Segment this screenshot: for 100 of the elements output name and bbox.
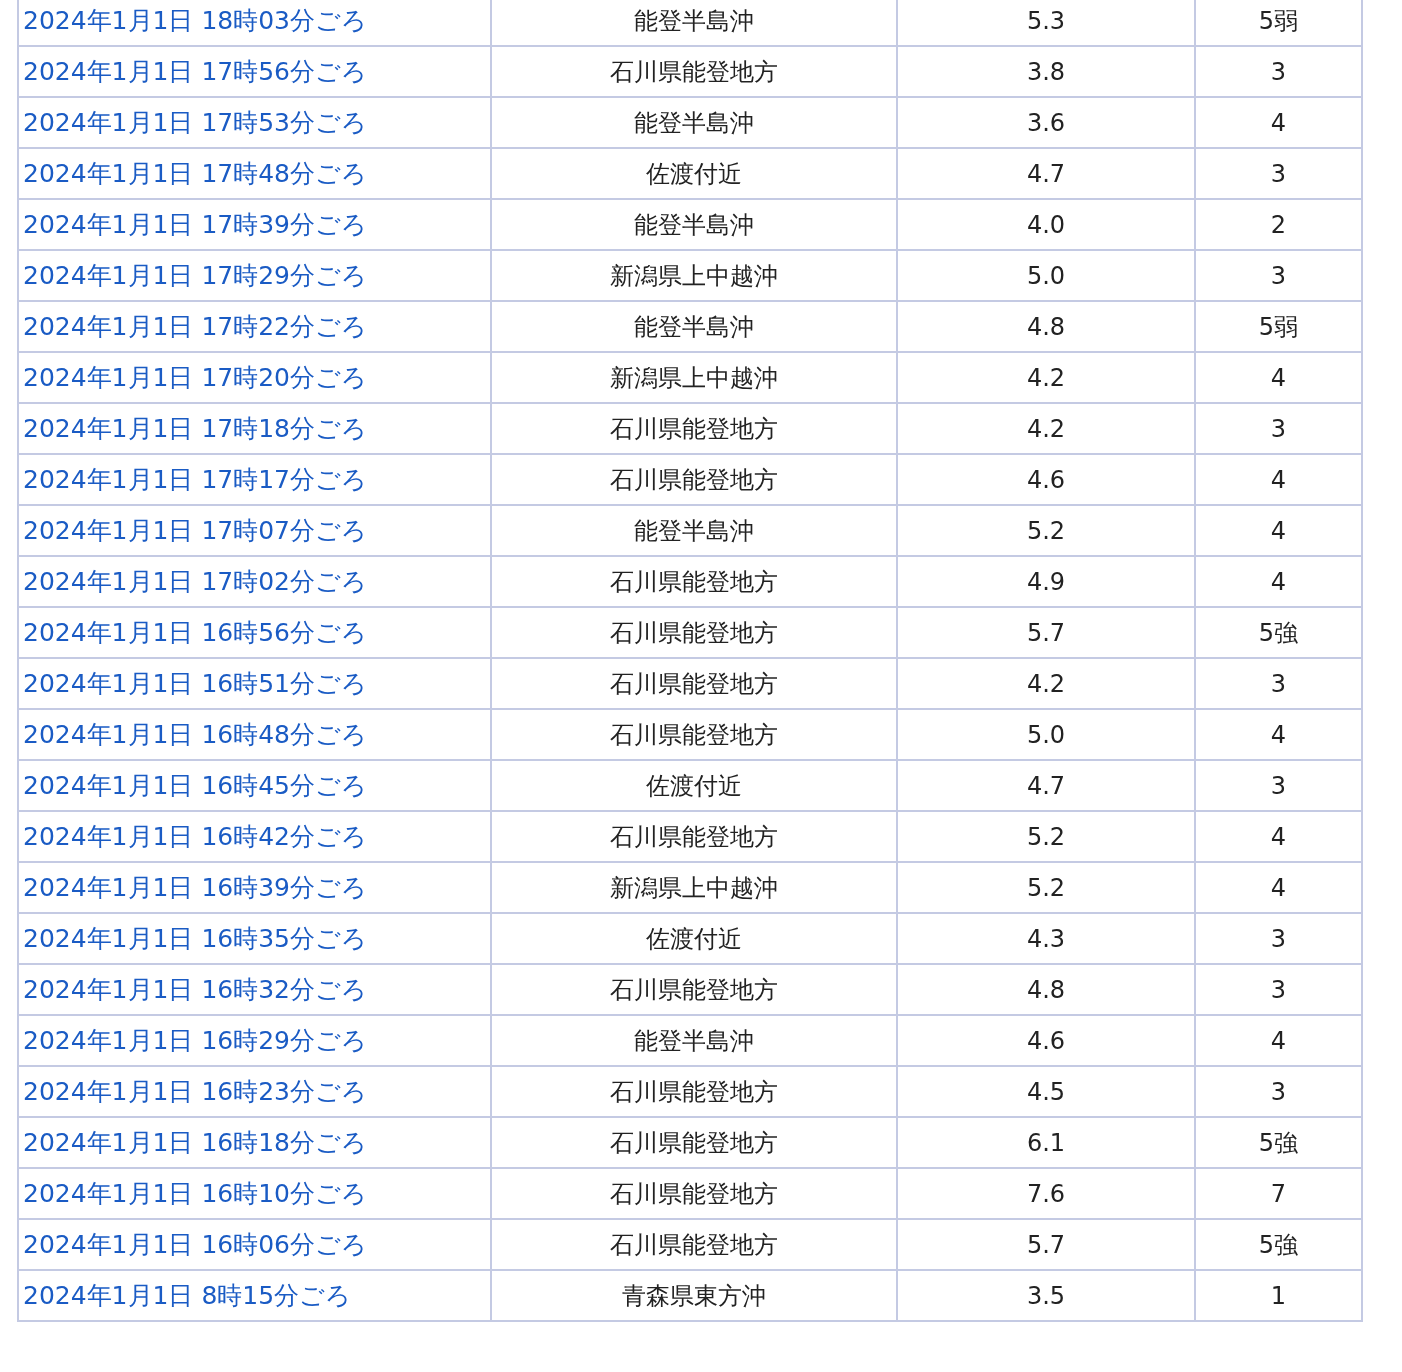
quake-time-link[interactable]: 2024年1月1日 16時18分ごろ [23,1128,367,1157]
table-cell: 青森県東方沖 [491,1270,897,1321]
table-cell: 4.8 [897,301,1195,352]
table-cell: 佐渡付近 [491,913,897,964]
table-cell: 5.7 [897,1219,1195,1270]
table-cell: 3 [1195,964,1362,1015]
quake-time-link[interactable]: 2024年1月1日 16時32分ごろ [23,975,367,1004]
table-cell: 5強 [1195,1219,1362,1270]
table-cell: 能登半島沖 [491,0,897,46]
quake-time-link[interactable]: 2024年1月1日 16時39分ごろ [23,873,367,902]
quake-time-link[interactable]: 2024年1月1日 17時18分ごろ [23,414,367,443]
quake-time-link[interactable]: 2024年1月1日 17時02分ごろ [23,567,367,596]
quake-time-link[interactable]: 2024年1月1日 16時51分ごろ [23,669,367,698]
table-cell: 3 [1195,148,1362,199]
table-cell: 4.3 [897,913,1195,964]
table-cell: 石川県能登地方 [491,46,897,97]
table-cell: 5.2 [897,862,1195,913]
quake-time-link[interactable]: 2024年1月1日 17時56分ごろ [23,57,367,86]
table-cell: 5.2 [897,505,1195,556]
table-cell: 佐渡付近 [491,760,897,811]
table-cell: 3 [1195,760,1362,811]
table-cell: 石川県能登地方 [491,658,897,709]
table-cell: 石川県能登地方 [491,556,897,607]
table-cell: 3.5 [897,1270,1195,1321]
table-cell: 石川県能登地方 [491,811,897,862]
table-cell: 能登半島沖 [491,1015,897,1066]
table-cell: 5弱 [1195,301,1362,352]
table-cell: 4 [1195,97,1362,148]
table-cell: 5.3 [897,0,1195,46]
table-cell: 4.0 [897,199,1195,250]
table-cell: 5強 [1195,607,1362,658]
table-cell: 4.7 [897,760,1195,811]
table-cell: 6.1 [897,1117,1195,1168]
table-cell: 2 [1195,199,1362,250]
quake-time-link[interactable]: 2024年1月1日 16時56分ごろ [23,618,367,647]
table-cell: 3.6 [897,97,1195,148]
table-cell: 能登半島沖 [491,199,897,250]
table-cell: 能登半島沖 [491,97,897,148]
table-cell: 4.8 [897,964,1195,1015]
table-cell: 3 [1195,658,1362,709]
table-cell: 4 [1195,811,1362,862]
table-cell: 5.0 [897,709,1195,760]
table-cell: 5弱 [1195,0,1362,46]
table-cell: 3 [1195,913,1362,964]
table-cell: 石川県能登地方 [491,403,897,454]
quake-time-link[interactable]: 2024年1月1日 8時15分ごろ [23,1281,352,1310]
table-cell: 新潟県上中越沖 [491,862,897,913]
table-cell: 4 [1195,352,1362,403]
quake-time-link[interactable]: 2024年1月1日 16時48分ごろ [23,720,367,749]
table-cell: 4.7 [897,148,1195,199]
quake-time-link[interactable]: 2024年1月1日 17時48分ごろ [23,159,367,188]
table-cell: 新潟県上中越沖 [491,352,897,403]
table-cell: 4 [1195,454,1362,505]
quake-time-link[interactable]: 2024年1月1日 16時10分ごろ [23,1179,367,1208]
table-cell: 4.2 [897,352,1195,403]
table-cell: 石川県能登地方 [491,1168,897,1219]
table-cell: 石川県能登地方 [491,1219,897,1270]
quake-time-link[interactable]: 2024年1月1日 16時29分ごろ [23,1026,367,1055]
table-cell: 5強 [1195,1117,1362,1168]
quake-time-link[interactable]: 2024年1月1日 16時42分ごろ [23,822,367,851]
quake-time-link[interactable]: 2024年1月1日 16時23分ごろ [23,1077,367,1106]
table-cell: 4 [1195,1015,1362,1066]
quake-time-link[interactable]: 2024年1月1日 17時22分ごろ [23,312,367,341]
table-cell: 石川県能登地方 [491,1066,897,1117]
table-cell: 4.2 [897,403,1195,454]
table-cell: 5.7 [897,607,1195,658]
table-cell: 3.8 [897,46,1195,97]
quake-time-link[interactable]: 2024年1月1日 16時35分ごろ [23,924,367,953]
table-cell: 3 [1195,46,1362,97]
table-cell: 4.2 [897,658,1195,709]
table-cell: 石川県能登地方 [491,1117,897,1168]
quake-time-link[interactable]: 2024年1月1日 18時03分ごろ [23,6,367,35]
table-cell: 佐渡付近 [491,148,897,199]
table-cell: 3 [1195,1066,1362,1117]
quake-time-link[interactable]: 2024年1月1日 17時53分ごろ [23,108,367,137]
table-cell: 4 [1195,556,1362,607]
table-cell: 7 [1195,1168,1362,1219]
table-cell: 4.6 [897,454,1195,505]
quake-time-link[interactable]: 2024年1月1日 17時17分ごろ [23,465,367,494]
quake-time-link[interactable]: 2024年1月1日 17時29分ごろ [23,261,367,290]
table-cell: 5.2 [897,811,1195,862]
table-cell: 能登半島沖 [491,505,897,556]
table-cell: 石川県能登地方 [491,607,897,658]
table-cell: 4 [1195,505,1362,556]
table-cell: 7.6 [897,1168,1195,1219]
quake-time-link[interactable]: 2024年1月1日 17時20分ごろ [23,363,367,392]
table-cell: 3 [1195,250,1362,301]
table-cell: 4 [1195,862,1362,913]
table-cell: 能登半島沖 [491,301,897,352]
table-cell: 新潟県上中越沖 [491,250,897,301]
quake-time-link[interactable]: 2024年1月1日 16時06分ごろ [23,1230,367,1259]
quake-time-link[interactable]: 2024年1月1日 17時07分ごろ [23,516,367,545]
table-cell: 4 [1195,709,1362,760]
quake-time-link[interactable]: 2024年1月1日 16時45分ごろ [23,771,367,800]
table-cell: 4.9 [897,556,1195,607]
quake-time-link[interactable]: 2024年1月1日 17時39分ごろ [23,210,367,239]
table-cell: 5.0 [897,250,1195,301]
table-cell: 3 [1195,403,1362,454]
table-cell: 石川県能登地方 [491,454,897,505]
table-cell: 4.5 [897,1066,1195,1117]
